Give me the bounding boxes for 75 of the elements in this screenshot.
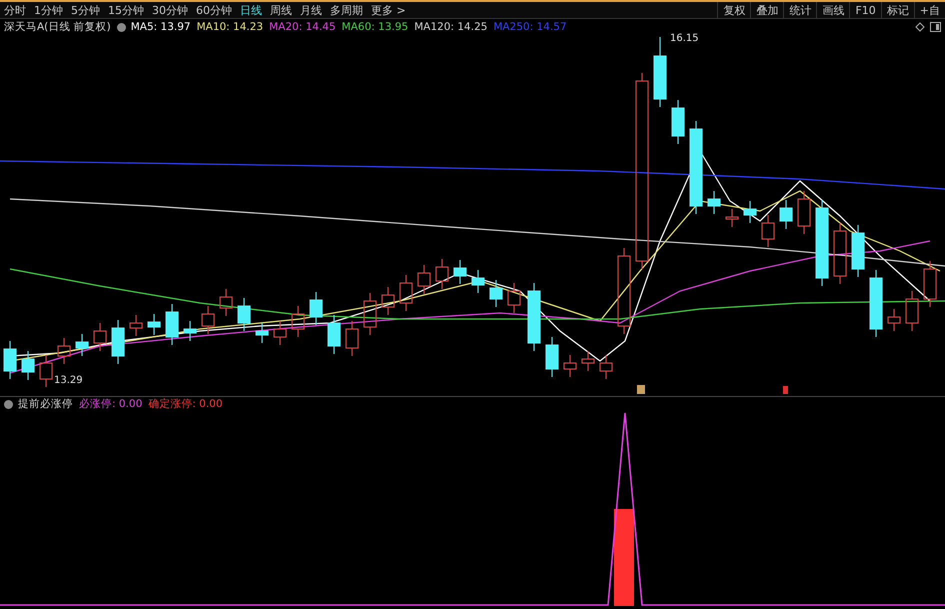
- candlestick: [130, 314, 142, 336]
- period-tab[interactable]: 周线: [266, 2, 296, 18]
- period-tab[interactable]: 1分钟: [30, 2, 67, 18]
- candlestick: [418, 264, 430, 294]
- candlestick: [780, 200, 792, 230]
- candlestick: [546, 336, 558, 378]
- candlestick: [256, 322, 268, 344]
- candlestick: [672, 100, 684, 144]
- candlestick: [40, 354, 52, 388]
- period-tab[interactable]: 更多 >: [367, 2, 410, 18]
- candlestick: [292, 306, 304, 338]
- candlestick: [184, 320, 196, 342]
- candlestick: [600, 354, 612, 380]
- candlestick: [472, 270, 484, 294]
- period-tab[interactable]: 月线: [296, 2, 326, 18]
- moving-average-value: MA60: 13.95: [342, 21, 408, 34]
- candlestick: [148, 314, 160, 336]
- candlestick: [346, 320, 358, 356]
- candlestick: [328, 314, 340, 354]
- candlestick: [870, 270, 882, 338]
- candlestick: [310, 292, 322, 326]
- candlestick: [112, 320, 124, 364]
- candlestick: [4, 340, 16, 380]
- candlestick: [834, 222, 846, 284]
- stock-title: 深天马A(日线 前复权): [4, 20, 111, 34]
- low-price-label: 13.29: [54, 375, 83, 386]
- candlestick: [58, 338, 70, 364]
- candlestick: [382, 286, 394, 316]
- candlestick: [22, 350, 34, 380]
- candlestick: [798, 190, 810, 234]
- candlestick: [708, 190, 720, 214]
- candlestick: [490, 280, 502, 308]
- period-tab[interactable]: 日线: [236, 2, 266, 18]
- indicator-value: 必涨停: 0.00: [79, 397, 142, 411]
- candlestick: [726, 208, 738, 228]
- indicator-title: 提前必涨停: [18, 397, 73, 411]
- candlestick: [582, 350, 594, 372]
- candlestick: [508, 282, 520, 314]
- candlestick: [76, 334, 88, 356]
- signal-marker-icon: [783, 386, 788, 394]
- period-tab[interactable]: 5分钟: [67, 2, 104, 18]
- period-tab[interactable]: 30分钟: [148, 2, 192, 18]
- candlestick: [906, 290, 918, 332]
- candlestick: [274, 320, 286, 346]
- indicator-value: 确定涨停: 0.00: [148, 397, 223, 411]
- candlestick: [364, 292, 376, 336]
- period-tab[interactable]: 15分钟: [104, 2, 148, 18]
- period-tab[interactable]: 60分钟: [192, 2, 236, 18]
- period-tab[interactable]: 多周期: [326, 2, 367, 18]
- diamond-icon[interactable]: [915, 22, 925, 32]
- signal-marker-icon: [637, 385, 645, 394]
- panel-icon[interactable]: [930, 22, 941, 32]
- moving-average-value: MA120: 14.25: [414, 21, 488, 34]
- candlestick: [166, 304, 178, 346]
- moving-average-value: MA5: 13.97: [130, 21, 191, 34]
- high-price-label: 16.15: [670, 33, 699, 44]
- candlestick: [400, 274, 412, 312]
- moving-average-value: MA20: 14.45: [269, 21, 336, 34]
- candlestick: [852, 224, 864, 278]
- moving-average-value: MA10: 14.23: [196, 21, 264, 34]
- candlestick: [888, 308, 900, 332]
- candlestick: [528, 282, 540, 352]
- candlestick: [924, 260, 936, 308]
- candlestick: [654, 48, 666, 108]
- candlestick: [454, 260, 466, 284]
- candlestick: [436, 258, 448, 290]
- candlestick: [762, 214, 774, 248]
- candlestick: [238, 298, 250, 332]
- candlestick: [202, 306, 214, 334]
- candlestick: [564, 354, 576, 378]
- period-tab[interactable]: 分时: [0, 2, 30, 18]
- candlestick: [744, 200, 756, 224]
- candlestick: [220, 288, 232, 316]
- candlestick: [94, 322, 106, 352]
- moving-average-value: MA250: 14.57: [493, 21, 567, 34]
